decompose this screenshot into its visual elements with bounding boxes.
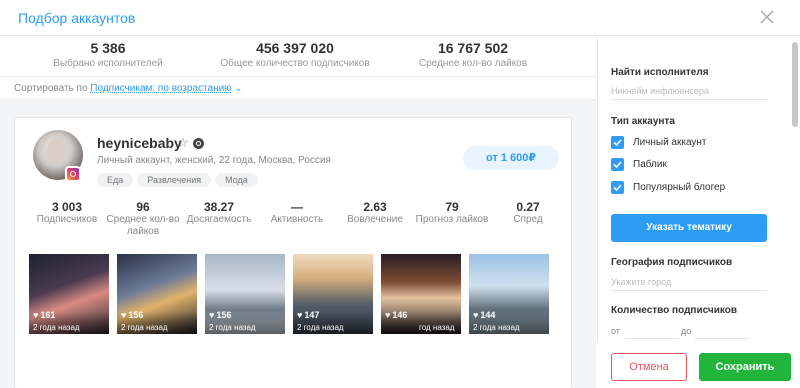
post-likes: ♥ 146 xyxy=(385,310,408,320)
stat-total-followers: 456 397 020 Общее количество подписчиков xyxy=(195,40,395,70)
account-type-title: Тип аккаунта xyxy=(611,116,675,127)
stat-value: 5 386 xyxy=(90,40,126,56)
choose-topic-button[interactable]: Указать тематику xyxy=(611,214,767,242)
heart-icon: ♥ xyxy=(33,310,39,320)
post-likes: ♥ 156 xyxy=(121,310,144,320)
heart-icon: ♥ xyxy=(121,310,127,320)
instagram-icon xyxy=(65,166,81,182)
metric-reach: 38.27 Досягаемость xyxy=(181,200,257,226)
metric-label: Подписчиков xyxy=(36,214,98,225)
metric-likes-forecast: 79 Прогноз лайков xyxy=(414,200,490,226)
post-date: 2 года назад xyxy=(121,323,168,332)
stat-label: Среднее кол-во лайков xyxy=(418,58,528,69)
metric-engagement: 2.63 Вовлечение xyxy=(337,200,413,226)
search-input[interactable] xyxy=(611,82,767,100)
city-input[interactable] xyxy=(611,273,767,291)
summary-stats: 5 386 Выбрано исполнителей 456 397 020 О… xyxy=(0,37,596,77)
geo-title: География подписчиков xyxy=(611,257,733,268)
checkbox-label: Личный аккаунт xyxy=(633,137,707,148)
post-date: 2 года назад xyxy=(297,323,344,332)
post-thumbnail[interactable]: ♥ 161 2 года назад xyxy=(29,254,109,334)
heart-icon: ♥ xyxy=(473,310,479,320)
tag: Еда xyxy=(97,173,134,187)
account-card[interactable]: heynicebaby ☆ Личный аккаунт, женский, 2… xyxy=(14,117,572,388)
post-likes: ♥ 144 xyxy=(473,310,496,320)
metric-activity: — Активность xyxy=(259,200,335,226)
metric-avg-likes: 96 Среднее кол-во лайков xyxy=(105,200,181,238)
checkbox-checked-icon[interactable] xyxy=(611,136,624,149)
account-username[interactable]: heynicebaby xyxy=(97,135,182,151)
modal-title: Подбор аккаунтов xyxy=(18,10,136,26)
heart-icon: ♥ xyxy=(297,310,303,320)
checkbox-label: Паблик xyxy=(633,159,667,170)
post-thumbnail[interactable]: ♥ 156 2 года назад xyxy=(117,254,197,334)
sort-prefix: Сортировать по xyxy=(14,83,88,94)
metric-value: 3 003 xyxy=(51,200,83,214)
post-date: год назад xyxy=(419,323,455,332)
filters-panel: Найти исполнителя Тип аккаунта Личный ак… xyxy=(597,37,800,342)
post-thumbnail[interactable]: ♥ 144 2 года назад xyxy=(469,254,549,334)
metric-label: Спред xyxy=(513,214,543,225)
metric-value: 2.63 xyxy=(363,200,387,214)
metric-value: — xyxy=(291,200,303,214)
metric-label: Активность xyxy=(270,214,324,225)
close-icon[interactable] xyxy=(760,10,774,24)
post-date: 2 года назад xyxy=(209,323,256,332)
modal-header: Подбор аккаунтов xyxy=(0,0,800,36)
sort-control: Сортировать по Подписчикам: по возрастан… xyxy=(14,83,242,94)
recent-posts: ♥ 161 2 года назад ♥ 156 2 года назад ♥ 156… xyxy=(29,254,569,334)
checkbox-label: Популярный блогер xyxy=(633,182,726,193)
stat-value: 16 767 502 xyxy=(437,40,509,56)
heart-icon: ♥ xyxy=(385,310,391,320)
sort-dropdown[interactable]: Подписчикам: по возрастанию xyxy=(90,83,231,94)
account-description: Личный аккаунт, женский, 22 года, Москва… xyxy=(97,155,331,166)
metric-spread: 0.27 Спред xyxy=(490,200,566,226)
star-icon[interactable]: ☆ xyxy=(177,135,189,151)
stat-value: 456 397 020 xyxy=(256,40,334,56)
metric-label: Среднее кол-во лайков xyxy=(106,214,180,237)
price-badge: от 1 600₽ xyxy=(463,146,559,170)
metric-value: 79 xyxy=(445,200,459,214)
save-button[interactable]: Сохранить xyxy=(699,353,791,381)
stat-label: Общее количество подписчиков xyxy=(220,58,370,69)
metric-value: 96 xyxy=(136,200,150,214)
link-icon[interactable] xyxy=(193,138,204,149)
metric-followers: 3 003 Подписчиков xyxy=(29,200,105,226)
stat-label: Выбрано исполнителей xyxy=(53,58,163,69)
followers-to-input[interactable] xyxy=(695,323,749,339)
tag: Развлечения xyxy=(137,173,212,187)
post-likes: ♥ 156 xyxy=(209,310,232,320)
post-thumbnail[interactable]: ♥ 156 2 года назад xyxy=(205,254,285,334)
post-thumbnail[interactable]: ♥ 146 год назад xyxy=(381,254,461,334)
checkbox-checked-icon[interactable] xyxy=(611,158,624,171)
tag: Мода xyxy=(215,173,258,187)
heart-icon: ♥ xyxy=(209,310,215,320)
followers-count-title: Количество подписчиков xyxy=(611,305,737,316)
account-metrics: 3 003 Подписчиков 96 Среднее кол-во лайк… xyxy=(25,200,565,240)
post-likes: ♥ 161 xyxy=(33,310,56,320)
range-to-label: до xyxy=(681,326,692,336)
search-title: Найти исполнителя xyxy=(611,67,709,78)
metric-value: 38.27 xyxy=(203,200,235,214)
results-list: heynicebaby ☆ Личный аккаунт, женский, 2… xyxy=(0,99,596,388)
post-likes: ♥ 147 xyxy=(297,310,320,320)
followers-from-input[interactable] xyxy=(625,323,679,339)
metric-label: Прогноз лайков xyxy=(415,214,489,225)
results-panel: 5 386 Выбрано исполнителей 456 397 020 О… xyxy=(0,37,596,388)
cancel-button[interactable]: Отмена xyxy=(611,353,687,381)
post-date: 2 года назад xyxy=(33,323,80,332)
stat-selected: 5 386 Выбрано исполнителей xyxy=(8,40,208,70)
metric-value: 0.27 xyxy=(516,200,540,214)
account-tags: Еда Развлечения Мода xyxy=(97,170,262,188)
filters-scrollbar[interactable] xyxy=(792,42,798,127)
checkbox-checked-icon[interactable] xyxy=(611,181,624,194)
chevron-down-icon[interactable]: ⌄ xyxy=(235,83,243,93)
metric-label: Вовлечение xyxy=(347,214,403,225)
stat-avg-likes: 16 767 502 Среднее кол-во лайков xyxy=(373,40,573,70)
post-date: 2 года назад xyxy=(473,323,520,332)
metric-label: Досягаемость xyxy=(186,214,252,225)
range-from-label: от xyxy=(611,326,620,336)
post-thumbnail[interactable]: ♥ 147 2 года назад xyxy=(293,254,373,334)
